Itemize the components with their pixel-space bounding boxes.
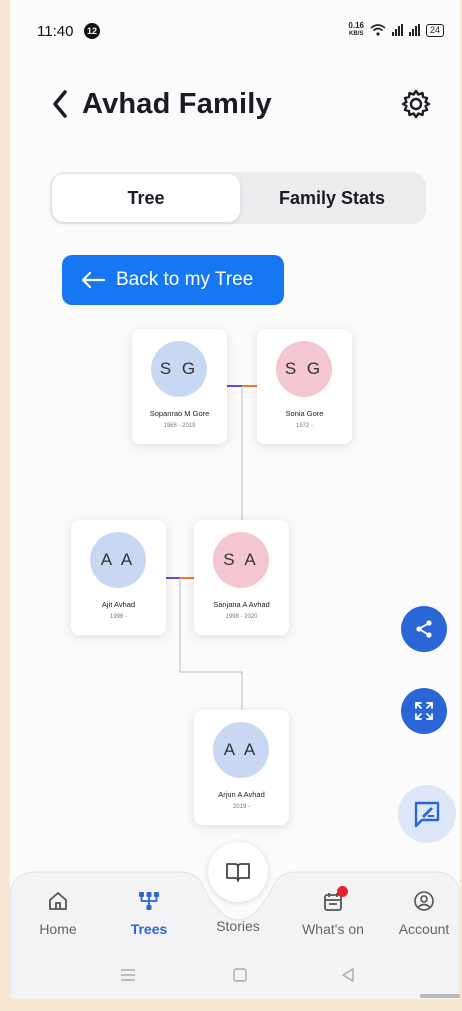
calendar-icon-wrap <box>322 886 348 917</box>
net-speed-unit: KB/S <box>349 31 364 37</box>
app-screen: 11:40 12 0.16 KB/S 24 Avhad Family Tree … <box>10 0 460 1000</box>
book-icon <box>226 863 250 882</box>
notification-dot <box>337 886 348 897</box>
status-bar: 11:40 12 0.16 KB/S 24 <box>10 0 460 60</box>
member-card[interactable]: S G Sonia Gore 1972 - <box>257 329 352 444</box>
nav-stories-label: Stories <box>216 918 260 934</box>
nav-home-label: Home <box>39 921 77 937</box>
gear-icon[interactable] <box>400 88 432 120</box>
notification-badge: 12 <box>84 23 100 39</box>
arrow-left-icon <box>81 271 106 289</box>
battery-icon: 24 <box>425 23 444 37</box>
member-years: 1972 - <box>295 423 313 429</box>
chevron-left-icon[interactable] <box>48 86 74 122</box>
nav-trees-label: Trees <box>130 921 168 937</box>
expand-button[interactable] <box>401 688 447 734</box>
net-speed-value: 0.16 <box>348 21 364 30</box>
nav-whats-on-label: What's on <box>302 921 364 937</box>
member-card[interactable]: S A Sanjana A Avhad 1998 - 2020 <box>194 520 289 635</box>
avatar: S G <box>151 341 207 397</box>
net-speed: 0.16 KB/S <box>348 22 364 38</box>
member-name: Ajit Avhad <box>101 600 136 609</box>
nav-home[interactable]: Home <box>18 890 98 937</box>
member-years: 2019 - <box>232 804 250 810</box>
member-card[interactable]: A A Arjun A Avhad 2019 - <box>194 710 289 825</box>
nav-stories[interactable]: Stories <box>198 914 278 934</box>
view-tabs: Tree Family Stats <box>50 172 426 224</box>
status-icons: 0.16 KB/S 24 <box>348 22 444 38</box>
status-time: 11:40 <box>37 23 74 40</box>
wifi-icon <box>370 24 386 36</box>
nav-account[interactable]: Account <box>384 890 460 937</box>
member-years: 1996 - <box>109 614 127 620</box>
back-to-my-tree-button[interactable]: Back to my Tree <box>62 255 284 305</box>
avatar: A A <box>213 722 269 778</box>
back-triangle-icon[interactable] <box>340 967 356 983</box>
home-icon <box>49 892 67 910</box>
menu-icon[interactable] <box>120 968 136 982</box>
member-years: 1968 - 2019 <box>163 423 196 429</box>
expand-icon <box>415 702 433 720</box>
back-to-my-tree-label: Back to my Tree <box>116 269 254 290</box>
page-title: Avhad Family <box>82 88 272 120</box>
nav-account-label: Account <box>398 921 450 937</box>
share-icon <box>416 620 432 638</box>
member-years: 1998 - 2020 <box>225 614 258 620</box>
system-nav <box>10 960 460 990</box>
account-icon <box>414 891 434 911</box>
signal-icon <box>391 24 403 36</box>
stories-center-button[interactable] <box>208 842 268 902</box>
header: Avhad Family <box>10 80 460 130</box>
nav-whats-on[interactable]: What's on <box>293 886 373 937</box>
avatar: S A <box>213 532 269 588</box>
member-card[interactable]: S G Sopanrao M Gore 1968 - 2019 <box>132 329 227 444</box>
member-name: Sonia Gore <box>285 409 324 418</box>
tree-icon <box>139 892 159 910</box>
member-name: Arjun A Avhad <box>218 790 265 799</box>
chat-edit-icon <box>414 801 440 828</box>
avatar: A A <box>90 532 146 588</box>
chat-button[interactable] <box>398 785 456 843</box>
member-name: Sanjana A Avhad <box>213 600 270 609</box>
nav-trees[interactable]: Trees <box>109 890 189 937</box>
avatar: S G <box>276 341 332 397</box>
signal-icon-2 <box>408 24 420 36</box>
tab-tree[interactable]: Tree <box>52 174 240 222</box>
member-name: Sopanrao M Gore <box>149 409 210 418</box>
gesture-bar <box>420 994 460 998</box>
home-square-icon[interactable] <box>232 967 248 983</box>
share-button[interactable] <box>401 606 447 652</box>
member-card[interactable]: A A Ajit Avhad 1996 - <box>71 520 166 635</box>
tab-family-stats[interactable]: Family Stats <box>240 174 424 222</box>
